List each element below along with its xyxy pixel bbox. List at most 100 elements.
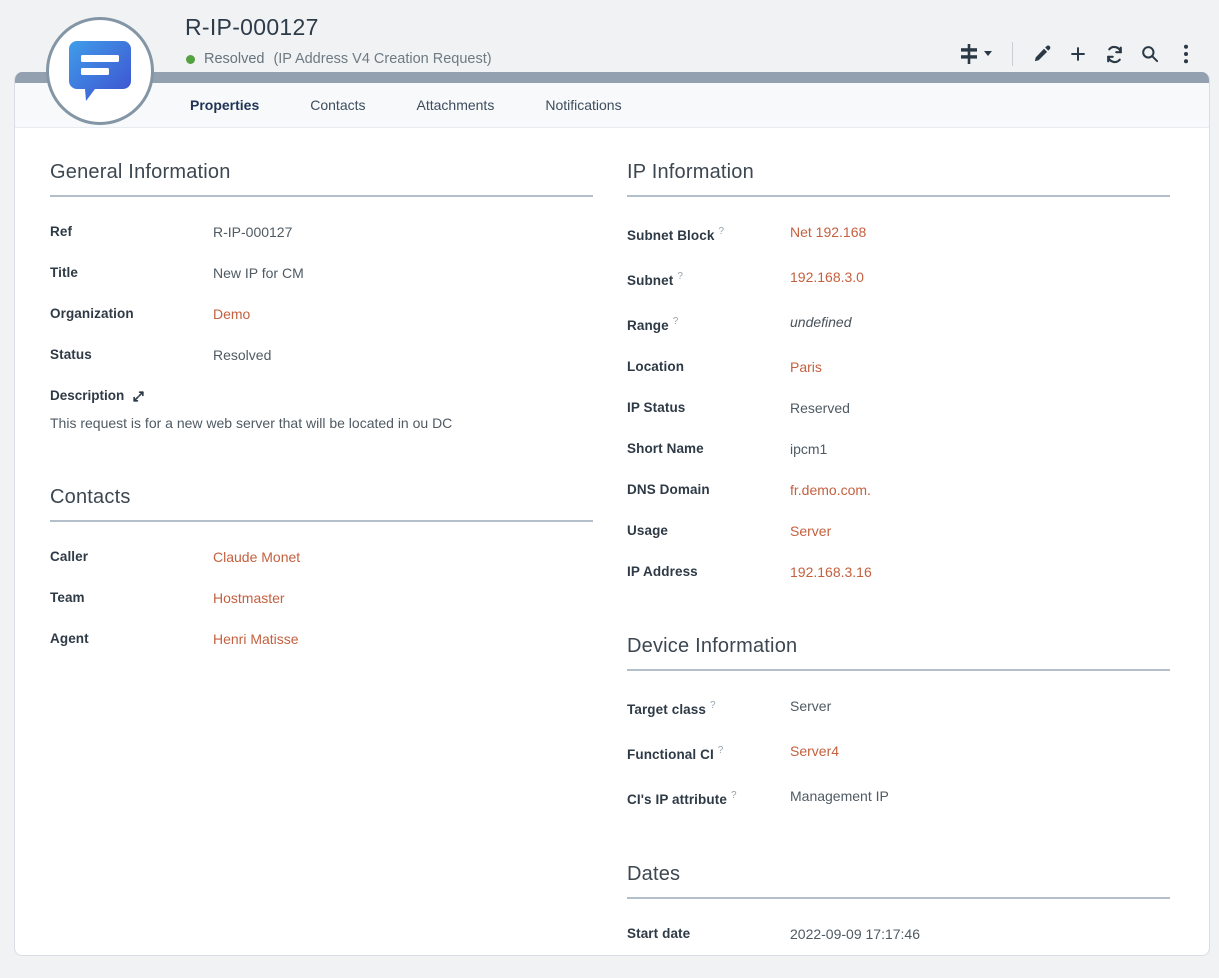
description-text: This request is for a new web server tha…	[50, 413, 593, 434]
field-value: New IP for CM	[213, 262, 304, 284]
status-line: Resolved (IP Address V4 Creation Request…	[186, 51, 492, 67]
field-value: Reserved	[790, 397, 850, 419]
status-dot-icon	[186, 55, 195, 64]
field-label: Start date	[627, 923, 790, 945]
field-row-subnet: Subnet? 192.168.3.0	[627, 266, 1170, 292]
section-ip-information: IP Information Subnet Block? Net 192.168…	[627, 161, 1170, 583]
plus-icon	[1068, 44, 1088, 64]
caller-link[interactable]: Claude Monet	[213, 549, 300, 565]
status-text: Resolved	[204, 51, 264, 67]
location-link[interactable]: Paris	[790, 359, 822, 375]
right-column: IP Information Subnet Block? Net 192.168…	[627, 161, 1170, 956]
object-toolbar	[954, 40, 1201, 68]
refresh-icon	[1104, 44, 1125, 65]
search-button[interactable]	[1135, 40, 1165, 68]
section-device-information: Device Information Target class? Server …	[627, 635, 1170, 811]
object-class-avatar	[46, 17, 154, 125]
ip-address-link[interactable]: 192.168.3.16	[790, 564, 872, 580]
add-button[interactable]	[1063, 40, 1093, 68]
section-title: Dates	[627, 863, 1170, 899]
section-title: IP Information	[627, 161, 1170, 197]
speech-bubble-icon	[67, 39, 133, 103]
team-link[interactable]: Hostmaster	[213, 590, 285, 606]
field-label: Usage	[627, 520, 790, 542]
field-row-description: Description	[50, 385, 593, 407]
tab-properties[interactable]: Properties	[190, 97, 259, 113]
tab-notifications[interactable]: Notifications	[545, 97, 621, 113]
field-row-location: Location Paris	[627, 356, 1170, 378]
card-top-bar	[15, 72, 1209, 83]
section-title: Contacts	[50, 486, 593, 522]
edit-button[interactable]	[1027, 40, 1057, 68]
field-label: Caller	[50, 546, 213, 568]
properties-content: General Information Ref R-IP-000127 Titl…	[15, 128, 1209, 956]
section-dates: Dates Start date 2022-09-09 17:17:46 Las…	[627, 863, 1170, 956]
help-mark-icon: ?	[710, 700, 716, 711]
field-row-usage: Usage Server	[627, 520, 1170, 542]
field-label: IP Address	[627, 561, 790, 583]
field-label: Subnet	[627, 273, 673, 288]
agent-link[interactable]: Henri Matisse	[213, 631, 299, 647]
field-label: CI's IP attribute	[627, 792, 727, 807]
field-label: Ref	[50, 221, 213, 243]
subnet-block-link[interactable]: Net 192.168	[790, 224, 866, 240]
field-label: Description	[50, 385, 124, 407]
help-mark-icon: ?	[718, 226, 724, 237]
kebab-menu-icon	[1183, 44, 1189, 64]
field-value: ipcm1	[790, 438, 827, 460]
page-title: R-IP-000127	[185, 14, 319, 41]
field-row-dns-domain: DNS Domain fr.demo.com.	[627, 479, 1170, 501]
expand-description-button[interactable]	[132, 390, 145, 403]
subnet-link[interactable]: 192.168.3.0	[790, 269, 864, 285]
usage-link[interactable]: Server	[790, 523, 831, 539]
field-row-status: Status Resolved	[50, 344, 593, 366]
more-actions-button[interactable]	[1171, 40, 1201, 68]
toolbar-divider	[1012, 42, 1013, 66]
field-label: Status	[50, 344, 213, 366]
field-label: Target class	[627, 702, 706, 717]
field-label: Organization	[50, 303, 213, 325]
field-row-team: Team Hostmaster	[50, 587, 593, 609]
field-row-range: Range? undefined	[627, 311, 1170, 337]
status-class-text: (IP Address V4 Creation Request)	[273, 51, 491, 67]
field-row-agent: Agent Henri Matisse	[50, 628, 593, 650]
dns-domain-link[interactable]: fr.demo.com.	[790, 482, 871, 498]
organization-link[interactable]: Demo	[213, 306, 250, 322]
field-label: DNS Domain	[627, 479, 790, 501]
field-label: Location	[627, 356, 790, 378]
field-row-ip-address: IP Address 192.168.3.16	[627, 561, 1170, 583]
tab-contacts[interactable]: Contacts	[310, 97, 365, 113]
field-label: Team	[50, 587, 213, 609]
expand-icon	[132, 390, 145, 403]
field-value: R-IP-000127	[213, 221, 292, 243]
field-row-ip-status: IP Status Reserved	[627, 397, 1170, 419]
field-row-organization: Organization Demo	[50, 303, 593, 325]
display-options-button[interactable]	[954, 40, 998, 68]
object-details-card: Properties Contacts Attachments Notifica…	[14, 72, 1210, 956]
field-row-caller: Caller Claude Monet	[50, 546, 593, 568]
sliders-icon	[958, 43, 994, 65]
help-mark-icon: ?	[673, 316, 679, 327]
field-value: undefined	[790, 311, 852, 337]
field-label: Short Name	[627, 438, 790, 460]
help-mark-icon: ?	[677, 271, 683, 282]
field-row-ci-ip-attribute: CI's IP attribute? Management IP	[627, 785, 1170, 811]
functional-ci-link[interactable]: Server4	[790, 743, 839, 759]
field-label: IP Status	[627, 397, 790, 419]
left-column: General Information Ref R-IP-000127 Titl…	[50, 161, 593, 956]
section-title: Device Information	[627, 635, 1170, 671]
tab-bar: Properties Contacts Attachments Notifica…	[15, 83, 1209, 128]
refresh-button[interactable]	[1099, 40, 1129, 68]
field-label: Title	[50, 262, 213, 284]
field-value: Management IP	[790, 785, 889, 811]
tab-attachments[interactable]: Attachments	[417, 97, 495, 113]
field-row-functional-ci: Functional CI? Server4	[627, 740, 1170, 766]
field-row-start-date: Start date 2022-09-09 17:17:46	[627, 923, 1170, 945]
pencil-icon	[1032, 44, 1052, 64]
field-value: Server	[790, 695, 831, 721]
section-general-information: General Information Ref R-IP-000127 Titl…	[50, 161, 593, 434]
field-row-short-name: Short Name ipcm1	[627, 438, 1170, 460]
section-contacts: Contacts Caller Claude Monet Team Hostma…	[50, 486, 593, 650]
section-title: General Information	[50, 161, 593, 197]
field-label: Subnet Block	[627, 228, 714, 243]
